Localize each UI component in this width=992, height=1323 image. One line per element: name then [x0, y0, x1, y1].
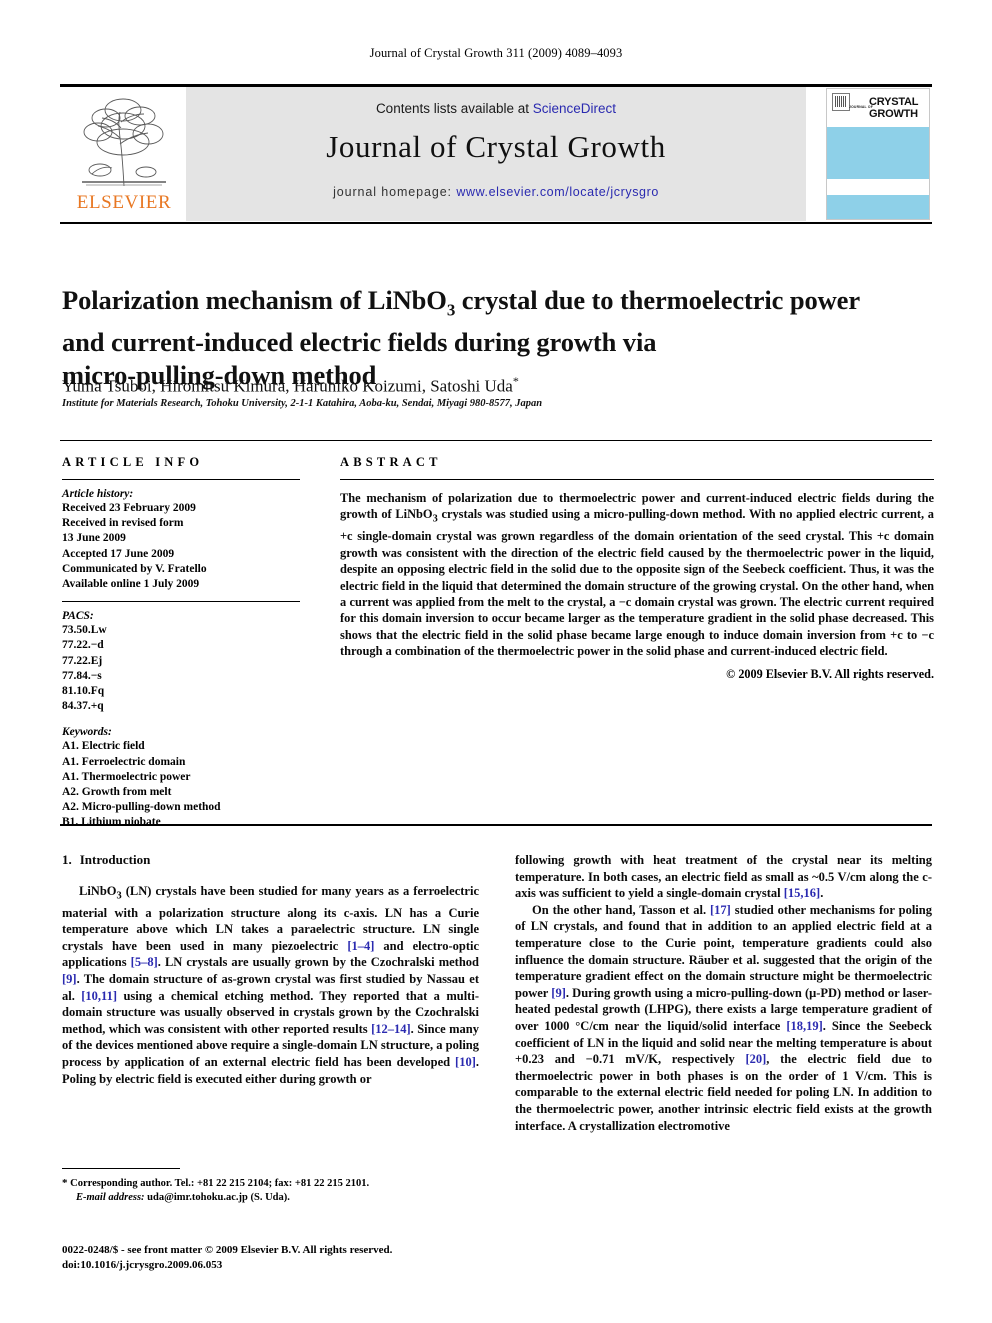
article-info-column: ARTICLE INFO Article history: Received 2…	[62, 455, 300, 831]
keywords-label: Keywords:	[62, 726, 112, 739]
article-info-heading-rule	[62, 479, 300, 480]
pacs-label: PACS:	[62, 610, 94, 623]
elsevier-logo: ELSEVIER	[68, 90, 180, 218]
article-history-item: Received 23 February 2009	[62, 502, 196, 514]
cover-footer-panel	[827, 195, 929, 219]
corresponding-author-marker: *	[512, 374, 519, 388]
pacs-item: 73.50.Lw	[62, 624, 107, 637]
pacs-item: 77.22.Ej	[62, 654, 103, 667]
abstract-copyright: © 2009 Elsevier B.V. All rights reserved…	[726, 666, 934, 681]
info-block-bottom-rule	[60, 824, 932, 826]
email-address[interactable]: uda@imr.tohoku.ac.jp (S. Uda).	[145, 1192, 290, 1203]
article-info-heading: ARTICLE INFO	[62, 455, 204, 469]
article-history-item: 13 June 2009	[62, 532, 126, 545]
abstract-column: ABSTRACT The mechanism of polarization d…	[340, 455, 934, 682]
author-list: Yuma Tsuboi, Hiromitsu Kimura, Haruhiko …	[62, 374, 922, 397]
title-part-1: Polarization mechanism of LiNbO	[62, 284, 447, 315]
cover-title-line2: GROWTH	[869, 108, 918, 120]
running-head: Journal of Crystal Growth 311 (2009) 408…	[369, 46, 623, 60]
footnote-text: Corresponding author. Tel.: +81 22 215 2…	[67, 1178, 370, 1189]
paper-page: Journal of Crystal Growth 311 (2009) 408…	[0, 0, 992, 1323]
cover-title-line1: CRYSTAL	[869, 96, 919, 108]
affiliation: Institute for Materials Research, Tohoku…	[62, 398, 543, 409]
cover-header: JOURNAL OF CRYSTAL GROWTH	[827, 89, 929, 126]
abstract-heading-rule	[340, 479, 934, 480]
title-subscript: 3	[446, 300, 456, 320]
sciencedirect-link[interactable]: ScienceDirect	[533, 101, 616, 116]
elsevier-wordmark: ELSEVIER	[76, 192, 172, 213]
citation-link[interactable]: [10,11]	[81, 989, 117, 1003]
citation-link[interactable]: [1–4]	[347, 939, 374, 953]
imprint-block: 0022-0248/$ - see front matter © 2009 El…	[62, 1243, 522, 1272]
contents-available-line: Contents lists available at ScienceDirec…	[186, 101, 806, 116]
article-history-label: Article history:	[62, 488, 134, 500]
article-history-item: Available online 1 July 2009	[62, 578, 200, 591]
journal-cover-thumbnail: JOURNAL OF CRYSTAL GROWTH	[826, 88, 930, 220]
body-column-right: following growth with heat treatment of …	[515, 852, 932, 1134]
abstract-text: The mechanism of polarization due to the…	[340, 490, 934, 660]
pacs-item: 84.37.+q	[62, 700, 104, 713]
pacs-item: 77.22.−d	[62, 639, 104, 652]
title-part-2: and current-induced electric fields duri…	[62, 327, 657, 358]
keyword-item: A1. Ferroelectric domain	[62, 755, 186, 768]
doi-line: doi:10.1016/j.jcrysgro.2009.06.053	[62, 1258, 223, 1271]
journal-masthead: ELSEVIER Contents lists available at Sci…	[60, 84, 932, 224]
text-run: following growth with heat treatment of …	[515, 853, 932, 901]
cover-white-band	[827, 179, 929, 195]
paragraph: On the other hand, Tasson et al. [17] st…	[515, 902, 932, 1134]
citation-link[interactable]: [18,19]	[786, 1019, 822, 1033]
citation-link[interactable]: [9]	[551, 986, 566, 1000]
pacs-item: 77.84.−s	[62, 669, 102, 682]
section-number: 1.	[62, 852, 72, 867]
cover-image-panel	[827, 127, 929, 179]
citation-link[interactable]: [17]	[710, 903, 731, 917]
cover-publisher-icon	[832, 93, 850, 111]
text-run: . LN crystals are usually grown by the C…	[157, 955, 479, 970]
article-history-item: Received in revised form	[62, 517, 184, 530]
body-column-left: 1. Introduction LiNbO3 (LN) crystals have…	[62, 852, 479, 1087]
citation-link[interactable]: [5–8]	[131, 955, 158, 969]
homepage-prefix: journal homepage:	[333, 185, 457, 199]
text-run: .	[820, 886, 824, 901]
article-history-item: Accepted 17 June 2009	[62, 547, 175, 560]
info-block-top-rule	[60, 440, 932, 441]
citation-link[interactable]: [10]	[455, 1055, 476, 1069]
pacs-rule	[62, 601, 300, 603]
text-run: On the other hand, Tasson et al.	[532, 902, 711, 917]
keyword-item: A1. Thermoelectric power	[62, 770, 191, 783]
citation-link[interactable]: [15,16]	[784, 886, 820, 900]
abstract-body: The mechanism of polarization due to the…	[340, 491, 934, 659]
author-names: Yuma Tsuboi, Hiromitsu Kimura, Haruhiko …	[62, 376, 513, 396]
title-part-1b: crystal due to thermoelectric power	[455, 284, 861, 315]
text-run: LiNbO	[79, 883, 117, 898]
paragraph: following growth with heat treatment of …	[515, 852, 932, 902]
elsevier-tree-icon	[82, 98, 166, 187]
cover-title: CRYSTAL GROWTH	[869, 96, 927, 120]
journal-homepage-line: journal homepage: www.elsevier.com/locat…	[186, 185, 806, 199]
section-heading-introduction: 1. Introduction	[62, 852, 479, 869]
issn-line: 0022-0248/$ - see front matter © 2009 El…	[62, 1244, 393, 1256]
email-label: E-mail address:	[76, 1192, 145, 1203]
citation-link[interactable]: [9]	[62, 972, 77, 986]
section-title: Introduction	[79, 852, 151, 867]
footnote-corresponding-author: * Corresponding author. Tel.: +81 22 215…	[62, 1176, 482, 1205]
paragraph: LiNbO3 (LN) crystals have been studied f…	[62, 883, 479, 1088]
homepage-link[interactable]: www.elsevier.com/locate/jcrysgro	[456, 185, 659, 199]
footnote-rule	[62, 1168, 180, 1169]
contents-prefix: Contents lists available at	[375, 101, 533, 116]
journal-title: Journal of Crystal Growth	[326, 129, 666, 164]
keyword-item: A2. Growth from melt	[62, 786, 172, 799]
keyword-item: A2. Micro-pulling-down method	[62, 801, 221, 814]
abstract-heading: ABSTRACT	[340, 455, 442, 469]
citation-link[interactable]: [20]	[745, 1052, 766, 1066]
masthead-bottom-rule	[60, 221, 932, 224]
keyword-item: A1. Electric field	[62, 740, 145, 753]
article-history-item: Communicated by V. Fratello	[62, 562, 207, 575]
citation-link[interactable]: [12–14]	[371, 1022, 411, 1036]
pacs-item: 81.10.Fq	[62, 685, 105, 698]
masthead-band: Contents lists available at ScienceDirec…	[186, 87, 806, 221]
